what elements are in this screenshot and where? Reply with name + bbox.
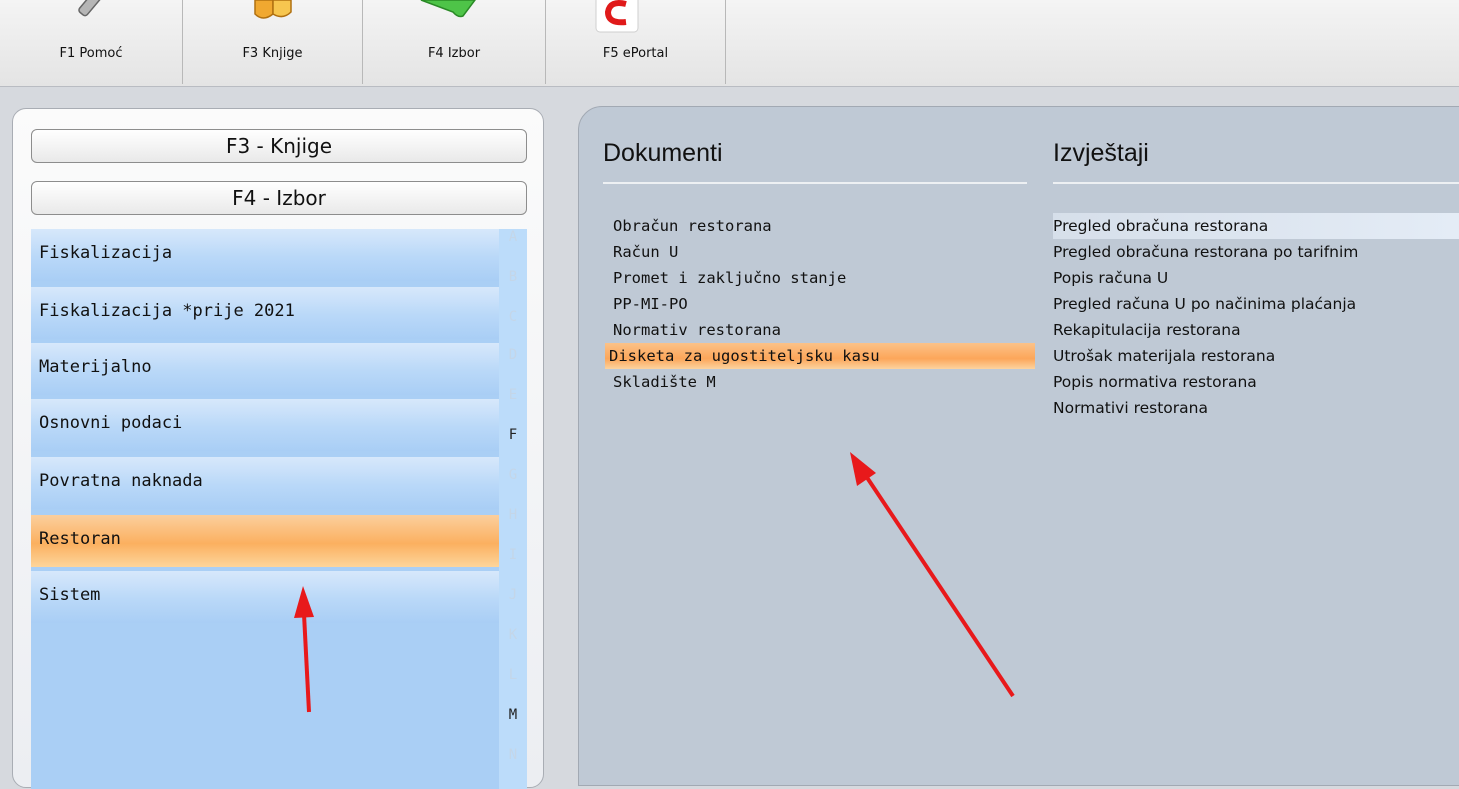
annotation-arrows — [294, 452, 1015, 713]
arrow-to-disketa — [850, 452, 1015, 698]
arrow-to-restoran — [294, 586, 314, 713]
